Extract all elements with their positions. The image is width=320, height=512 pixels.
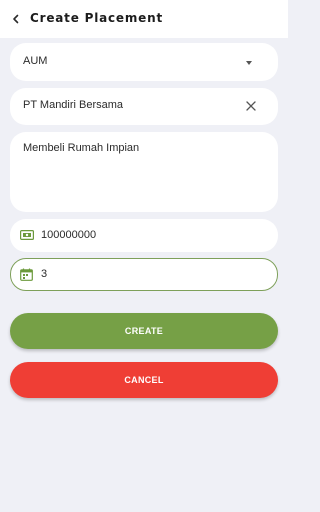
back-button[interactable] [6,9,26,29]
chevron-down-icon[interactable] [246,61,252,65]
page-title: Create Placement [30,11,163,25]
cancel-button[interactable]: CANCEL [10,362,278,398]
amount-field-value: 100000000 [41,229,97,241]
purpose-textarea-value: Membeli Rumah Impian [23,142,140,154]
tenor-field[interactable]: 3 [10,258,278,291]
close-icon[interactable] [244,99,258,113]
amount-field[interactable]: 100000000 [10,219,278,252]
calendar-icon [20,268,33,281]
partner-field[interactable]: PT Mandiri Bersama [10,88,278,125]
product-select-value: AUM [23,55,48,67]
product-select[interactable]: AUM [10,43,278,81]
purpose-textarea[interactable]: Membeli Rumah Impian [10,132,278,212]
back-arrow-icon [13,14,19,24]
money-icon [20,230,34,240]
create-button[interactable]: CREATE [10,313,278,349]
partner-field-value: PT Mandiri Bersama [23,99,124,111]
app-header: Create Placement [0,0,288,38]
tenor-field-value: 3 [41,268,48,280]
